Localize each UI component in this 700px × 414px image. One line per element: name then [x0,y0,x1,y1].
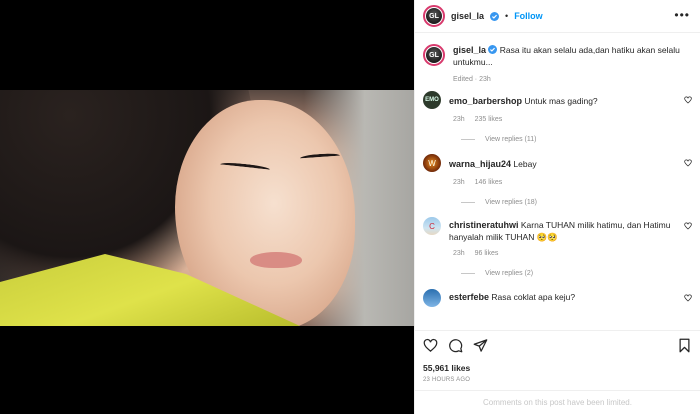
caption-meta: Edited · 23h [453,76,491,83]
comments-limited-notice: Comments on this post have been limited. [415,390,700,414]
comment-text: Rasa coklat apa keju? [491,292,576,302]
comment-time[interactable]: 23h [453,179,465,186]
author-avatar[interactable]: GL [423,5,445,27]
comment-icon[interactable] [448,338,463,353]
comment-body: esterfebe Rasa coklat apa keju? [449,289,692,303]
caption-text: Rasa itu akan selalu ada,dan hatiku akan… [453,45,680,67]
comment-meta: 23h 96 likes [453,250,692,257]
comment-username[interactable]: christineratuhwi [449,220,519,230]
share-icon[interactable] [473,338,488,353]
replies-divider [461,273,475,274]
post-actions-bar [415,330,700,360]
post-header: GL gisel_la • Follow ••• [415,0,700,33]
comment-item: W warna_hijau24 Lebay 23h 146 likes View… [415,154,700,206]
author-avatar-initials: GL [426,8,442,24]
post-photo [0,90,414,326]
view-replies-label: View replies (18) [485,199,538,206]
comment-text: Untuk mas gading? [524,96,598,106]
comment-body: christineratuhwi Karna TUHAN milik hatim… [449,217,692,243]
verified-badge-icon [488,45,498,54]
comment-username[interactable]: emo_barbershop [449,96,522,106]
comment-username[interactable]: warna_hijau24 [449,159,511,169]
photo-lips [250,252,302,268]
replies-divider [461,139,475,140]
separator-dot: • [505,11,509,21]
commenter-avatar[interactable]: C [423,217,441,235]
comment-username[interactable]: esterfebe [449,292,489,302]
comment-text: Lebay [513,159,537,169]
comment-item: C christineratuhwi Karna TUHAN milik hat… [415,217,700,277]
author-username[interactable]: gisel_la [451,11,484,21]
view-replies-button[interactable]: View replies (2) [461,270,692,277]
view-replies-label: View replies (2) [485,270,534,277]
caption-text-block: gisel_la Rasa itu akan selalu ada,dan ha… [453,44,692,68]
heart-icon[interactable] [684,222,692,230]
bookmark-icon[interactable] [677,338,692,353]
comment-time[interactable]: 23h [453,116,465,123]
comment-meta: 23h 235 likes [453,116,692,123]
caption-avatar-initials: GL [426,47,442,63]
view-replies-label: View replies (11) [485,136,537,143]
comment-item: EMO emo_barbershop Untuk mas gading? 23h… [415,91,700,143]
heart-icon[interactable] [684,294,692,302]
comment-body: warna_hijau24 Lebay [449,154,692,170]
comments-section[interactable]: GL gisel_la Rasa itu akan selalu ada,dan… [415,34,700,326]
heart-icon[interactable] [423,338,438,353]
comment-body: emo_barbershop Untuk mas gading? [449,91,692,107]
comment-likes[interactable]: 235 likes [475,116,503,123]
heart-icon[interactable] [684,96,692,104]
follow-button[interactable]: Follow [514,11,543,21]
heart-icon[interactable] [684,159,692,167]
more-options-icon[interactable]: ••• [674,8,690,22]
replies-divider [461,202,475,203]
commenter-avatar[interactable] [423,289,441,307]
post-media[interactable] [0,0,414,414]
post-caption: GL gisel_la Rasa itu akan selalu ada,dan… [415,34,700,83]
comment-likes[interactable]: 146 likes [475,179,503,186]
comment-likes[interactable]: 96 likes [475,250,499,257]
comment-item: esterfebe Rasa coklat apa keju? [415,289,700,307]
commenter-avatar[interactable]: W [423,154,441,172]
caption-avatar[interactable]: GL [423,44,445,66]
verified-badge-icon [490,11,500,21]
post-side-panel: GL gisel_la • Follow ••• GL gisel_la Ras… [414,0,700,414]
view-replies-button[interactable]: View replies (18) [461,199,692,206]
likes-count[interactable]: 55,961 likes [423,363,470,373]
post-timestamp[interactable]: 23 HOURS AGO [423,377,470,383]
view-replies-button[interactable]: View replies (11) [461,136,692,143]
comment-meta: 23h 146 likes [453,179,692,186]
comment-time[interactable]: 23h [453,250,465,257]
commenter-avatar[interactable]: EMO [423,91,441,109]
caption-username[interactable]: gisel_la [453,45,486,55]
